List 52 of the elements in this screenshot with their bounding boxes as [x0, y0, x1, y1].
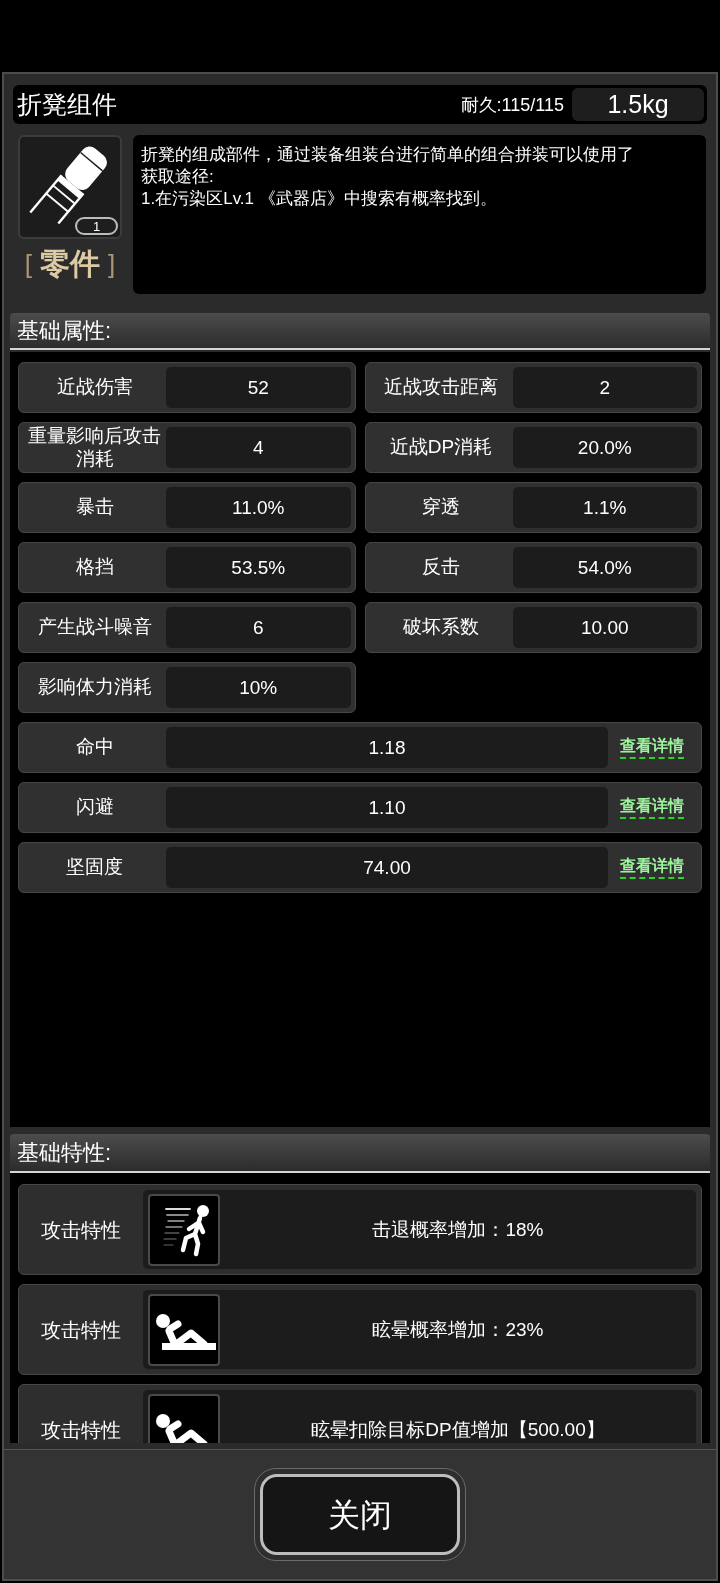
stat-label: 产生战斗噪音	[36, 616, 153, 639]
stat-value: 10.00	[512, 607, 697, 648]
count-badge: 1	[75, 217, 118, 235]
stat-value: 1.1%	[512, 487, 697, 528]
stat-label: 近战伤害	[55, 376, 134, 399]
stat-label: 坚固度	[65, 856, 124, 879]
stat-value: 6	[166, 607, 351, 648]
stat-value: 54.0%	[512, 547, 697, 588]
category-bracket: ]	[108, 251, 116, 277]
durability-text: 耐久:115/115	[460, 95, 564, 114]
stat-label: 闪避	[74, 796, 115, 819]
section-title: 基础属性:	[17, 319, 112, 342]
stat-value: 10%	[166, 667, 351, 708]
category-bracket: [	[24, 251, 32, 277]
stat-value: 2	[512, 367, 697, 408]
trait-effect: 眩晕扣除目标DP值增加【500.00】	[311, 1420, 605, 1439]
stat-label: 穿透	[421, 496, 461, 519]
stat-value: 52	[166, 367, 351, 408]
stat-label: 破坏系数	[402, 616, 480, 639]
stat-label: 近战DP消耗	[388, 436, 494, 459]
category-label: 零件	[40, 249, 100, 279]
view-details-link[interactable]: 查看详情	[620, 736, 684, 759]
stat-value: 11.0%	[166, 487, 351, 528]
stat-label: 近战攻击距离	[383, 376, 499, 399]
trait-effect: 击退概率增加：18%	[372, 1220, 544, 1239]
item-description: 折凳的组成部件，通过装备组装台进行简单的组合拼装可以使用了	[141, 144, 635, 166]
weight-value: 1.5kg	[572, 88, 704, 121]
source-entry: 1.在污染区Lv.1 《武器店》中搜索有概率找到。	[141, 188, 498, 210]
trait-effect: 眩晕概率增加：23%	[372, 1320, 544, 1339]
item-title: 折凳组件	[17, 92, 117, 117]
stat-value: 74.00	[166, 847, 608, 888]
lying-figure-icon	[148, 1293, 220, 1366]
stat-value: 1.18	[166, 727, 608, 768]
stat-label: 反击	[421, 556, 461, 579]
stat-value: 4	[166, 427, 351, 468]
stat-value: 20.0%	[512, 427, 697, 468]
trait-type: 攻击特性	[41, 1319, 121, 1340]
stat-label: 格挡	[74, 556, 115, 579]
source-heading: 获取途径:	[141, 166, 215, 188]
trait-type: 攻击特性	[41, 1419, 121, 1440]
stat-value: 1.10	[166, 787, 608, 828]
stat-label: 重量影响后攻击消耗	[27, 424, 162, 471]
view-details-link[interactable]: 查看详情	[620, 856, 684, 879]
stat-label: 暴击	[74, 496, 115, 519]
stat-label: 影响体力消耗	[36, 676, 153, 699]
stat-value: 53.5%	[166, 547, 351, 588]
view-details-link[interactable]: 查看详情	[620, 796, 684, 819]
stat-label: 命中	[74, 736, 115, 759]
section-title: 基础特性:	[17, 1141, 112, 1164]
running-figure-icon	[148, 1193, 220, 1266]
trait-type: 攻击特性	[41, 1219, 121, 1240]
close-button[interactable]: 关闭	[254, 1468, 466, 1561]
